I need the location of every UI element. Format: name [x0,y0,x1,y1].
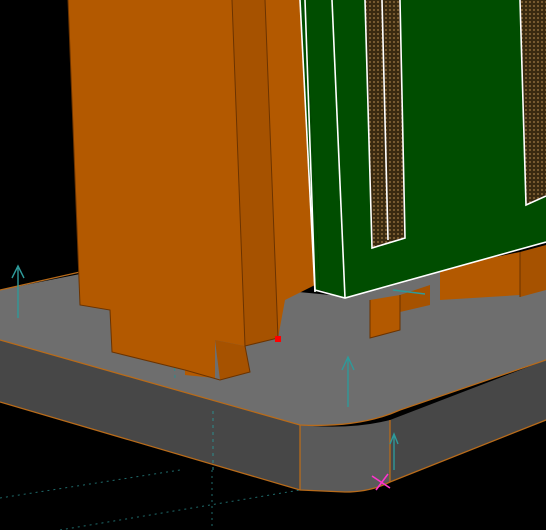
board-front-face[interactable] [305,0,546,298]
model-scene[interactable] [0,0,546,530]
base-plate-right-side-face[interactable] [300,420,390,492]
selection-point-icon[interactable] [275,336,281,342]
circuit-board[interactable] [299,0,546,299]
cad-3d-viewport[interactable] [0,0,546,530]
